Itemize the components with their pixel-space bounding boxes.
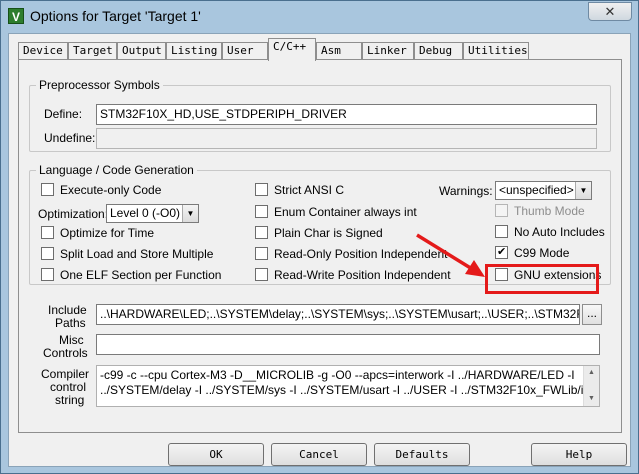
optimize-time-checkbox[interactable]: Optimize for Time <box>41 226 154 240</box>
compiler-string-label-line1: Compiler <box>41 367 90 381</box>
one-elf-checkbox[interactable]: One ELF Section per Function <box>41 268 221 282</box>
thumb-mode-label: Thumb Mode <box>514 204 585 218</box>
help-button[interactable]: Help <box>531 443 627 466</box>
tab-c-cpp[interactable]: C/C++ <box>268 38 316 61</box>
misc-controls-label-line2: Controls <box>43 346 88 360</box>
tab-user[interactable]: User <box>222 42 268 60</box>
define-label: Define: <box>44 107 83 121</box>
ro-pi-checkbox[interactable]: Read-Only Position Independent <box>255 247 447 261</box>
tab-debug[interactable]: Debug <box>414 42 463 60</box>
rw-pi-box[interactable] <box>255 268 268 281</box>
split-load-checkbox[interactable]: Split Load and Store Multiple <box>41 247 213 261</box>
close-icon: ✕ <box>604 4 616 19</box>
ro-pi-box[interactable] <box>255 247 268 260</box>
ok-button[interactable]: OK <box>168 443 264 466</box>
tab-output[interactable]: Output <box>117 42 166 60</box>
plain-char-box[interactable] <box>255 226 268 239</box>
optimization-label: Optimization: <box>38 207 109 221</box>
optimization-select[interactable]: Level 0 (-O0) ▼ <box>106 204 199 223</box>
tab-listing[interactable]: Listing <box>166 42 222 60</box>
strict-ansi-box[interactable] <box>255 183 268 196</box>
warnings-select[interactable]: <unspecified> ▼ <box>495 181 592 200</box>
gnu-extensions-box[interactable] <box>495 268 508 281</box>
c99-mode-checkbox[interactable]: C99 Mode <box>495 245 570 260</box>
c99-mode-box[interactable] <box>495 245 508 259</box>
chevron-down-icon[interactable]: ▼ <box>182 205 198 222</box>
warnings-value: <unspecified> <box>499 183 574 197</box>
rw-pi-checkbox[interactable]: Read-Write Position Independent <box>255 268 451 282</box>
compiler-string-label-line3: string <box>55 393 85 407</box>
tab-utilities[interactable]: Utilities <box>463 42 529 60</box>
language-group-label: Language / Code Generation <box>36 163 197 177</box>
chevron-down-icon[interactable]: ▼ <box>575 182 591 199</box>
misc-controls-input[interactable] <box>96 334 600 355</box>
tab-asm[interactable]: Asm <box>316 42 362 60</box>
options-dialog: V Options for Target 'Target 1' ✕ Device… <box>0 0 639 474</box>
dialog-client: Device Target Output Listing User C/C++ … <box>8 33 631 467</box>
c-cpp-panel: Preprocessor Symbols Define: STM32F10X_H… <box>18 59 622 433</box>
tab-target[interactable]: Target <box>68 42 117 60</box>
compiler-string-line1: -c99 -c --cpu Cortex-M3 -D__MICROLIB -g … <box>100 368 575 382</box>
tab-linker[interactable]: Linker <box>362 42 414 60</box>
execute-only-box[interactable] <box>41 183 54 196</box>
include-paths-input[interactable]: ..\HARDWARE\LED;..\SYSTEM\delay;..\SYSTE… <box>96 304 580 325</box>
split-load-label: Split Load and Store Multiple <box>60 247 214 261</box>
gnu-extensions-checkbox[interactable]: GNU extensions <box>495 268 601 282</box>
execute-only-label: Execute-only Code <box>60 183 162 197</box>
optimize-time-label: Optimize for Time <box>60 226 155 240</box>
one-elf-label: One ELF Section per Function <box>60 268 222 282</box>
gnu-extensions-label: GNU extensions <box>514 268 602 282</box>
split-load-box[interactable] <box>41 247 54 260</box>
ro-pi-label: Read-Only Position Independent <box>274 247 448 261</box>
define-input[interactable]: STM32F10X_HD,USE_STDPERIPH_DRIVER <box>96 104 597 125</box>
keil-app-icon: V <box>8 8 24 24</box>
strict-ansi-label: Strict ANSI C <box>274 183 345 197</box>
title-bar[interactable]: V Options for Target 'Target 1' ✕ <box>1 1 638 33</box>
compiler-string-scrollbar[interactable]: ▲ ▼ <box>583 366 599 406</box>
strict-ansi-checkbox[interactable]: Strict ANSI C <box>255 183 344 197</box>
window-title: Options for Target 'Target 1' <box>30 8 201 24</box>
misc-controls-label-line1: Misc <box>59 333 84 347</box>
no-auto-includes-label: No Auto Includes <box>514 225 605 239</box>
optimize-time-box[interactable] <box>41 226 54 239</box>
tab-device[interactable]: Device <box>18 42 68 60</box>
optimization-value: Level 0 (-O0) <box>110 206 181 220</box>
cancel-button[interactable]: Cancel <box>271 443 367 466</box>
scroll-up-icon[interactable]: ▲ <box>584 366 599 380</box>
scroll-down-icon[interactable]: ▼ <box>584 392 599 406</box>
plain-char-checkbox[interactable]: Plain Char is Signed <box>255 226 383 240</box>
c99-mode-label: C99 Mode <box>514 246 570 260</box>
no-auto-includes-box[interactable] <box>495 225 508 238</box>
one-elf-box[interactable] <box>41 268 54 281</box>
include-paths-label-line1: Include <box>48 303 87 317</box>
warnings-label: Warnings: <box>439 184 493 198</box>
compiler-string-line2: ../SYSTEM/delay -I ../SYSTEM/sys -I ../S… <box>100 383 600 397</box>
thumb-mode-checkbox[interactable]: Thumb Mode <box>495 204 585 218</box>
include-paths-label-line2: Paths <box>55 316 86 330</box>
enum-container-label: Enum Container always int <box>274 205 417 219</box>
preprocessor-group-label: Preprocessor Symbols <box>36 78 163 92</box>
defaults-button[interactable]: Defaults <box>374 443 470 466</box>
thumb-mode-box[interactable] <box>495 204 508 217</box>
execute-only-checkbox[interactable]: Execute-only Code <box>41 183 161 197</box>
compiler-control-string[interactable]: -c99 -c --cpu Cortex-M3 -D__MICROLIB -g … <box>96 365 600 407</box>
compiler-string-label-line2: control <box>50 380 87 394</box>
no-auto-includes-checkbox[interactable]: No Auto Includes <box>495 225 605 239</box>
undefine-input[interactable] <box>96 128 597 149</box>
undefine-label: Undefine: <box>44 131 96 145</box>
close-button[interactable]: ✕ <box>588 2 632 21</box>
enum-container-box[interactable] <box>255 205 268 218</box>
plain-char-label: Plain Char is Signed <box>274 226 383 240</box>
rw-pi-label: Read-Write Position Independent <box>274 268 451 282</box>
include-paths-browse-button[interactable]: ... <box>582 304 602 325</box>
enum-container-checkbox[interactable]: Enum Container always int <box>255 205 417 219</box>
